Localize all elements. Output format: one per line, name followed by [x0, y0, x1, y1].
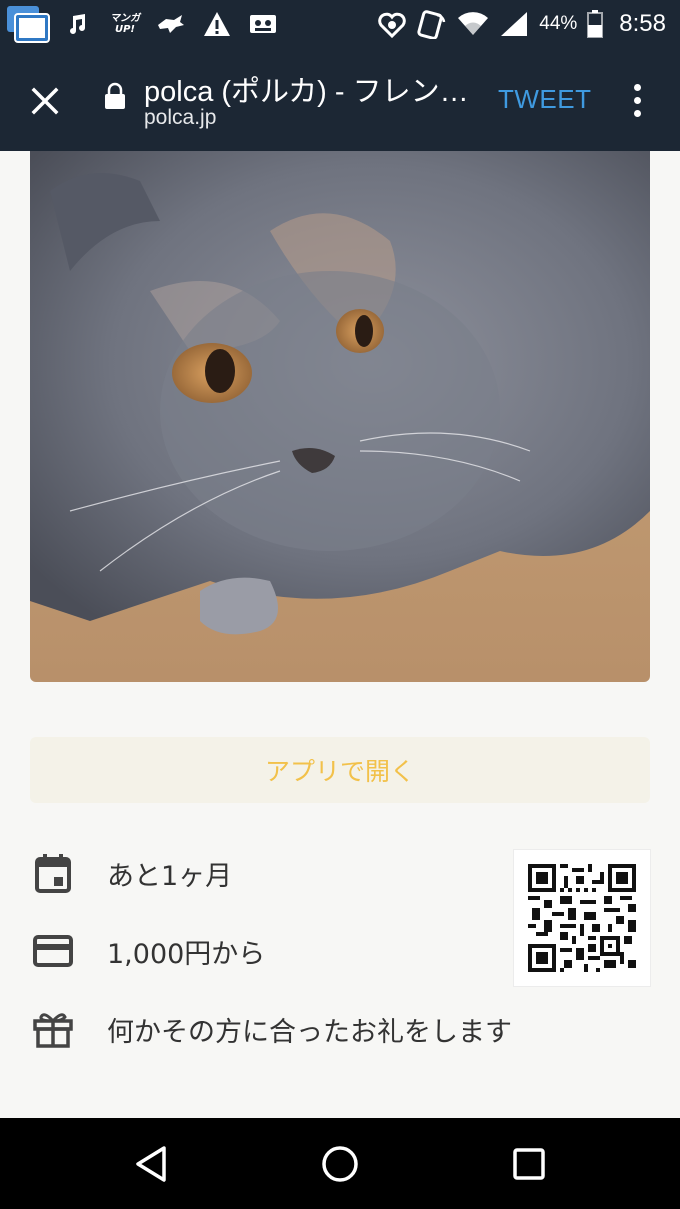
info-reward: 何かその方に合ったお礼をします	[30, 1004, 512, 1054]
qr-code	[513, 849, 651, 987]
manga-up-icon: マンガ UP!	[102, 0, 148, 48]
calendar-icon	[30, 850, 76, 896]
back-button[interactable]	[127, 1140, 175, 1188]
warning-icon	[194, 0, 240, 48]
page-url: polca.jp	[144, 106, 217, 129]
open-in-app-button[interactable]: アプリで開く	[30, 737, 650, 803]
deadline-text: あと1ヶ月	[107, 860, 233, 892]
more-dot-icon	[633, 109, 641, 117]
back-triangle-icon	[136, 1146, 166, 1182]
info-deadline: あと1ヶ月	[30, 848, 500, 898]
page-title: polca (ポルカ) - フレン…	[144, 76, 469, 108]
home-circle-icon	[322, 1146, 358, 1182]
browser-toolbar: polca (ポルカ) - フレン… polca.jp TWEET	[0, 48, 680, 151]
more-dot-icon	[633, 96, 641, 104]
heart-shield-icon	[377, 0, 407, 48]
wifi-icon	[457, 0, 489, 48]
reward-text: 何かその方に合ったお礼をします	[107, 1016, 512, 1048]
battery-icon	[587, 0, 604, 48]
project-photo	[30, 151, 650, 682]
home-button[interactable]	[316, 1140, 364, 1188]
card-icon	[30, 928, 76, 974]
manga-app-text-2: UP!	[114, 24, 135, 35]
lock-icon	[104, 82, 126, 114]
nfc-icon	[417, 0, 447, 48]
more-dot-icon	[633, 83, 641, 91]
cassette-icon	[240, 0, 286, 48]
close-button[interactable]	[22, 78, 68, 124]
price-text: 1,000円から	[107, 938, 266, 970]
page-content: アプリで開く あと1ヶ月 1,000円から 何かその方に合ったお礼をします	[0, 151, 680, 1118]
signal-icon	[499, 0, 529, 48]
gift-icon	[30, 1006, 76, 1052]
info-price: 1,000円から	[30, 926, 500, 976]
close-icon	[31, 87, 59, 115]
multi-window-icon	[0, 0, 56, 48]
recents-button[interactable]	[505, 1140, 553, 1188]
recents-square-icon	[513, 1148, 545, 1180]
music-note-icon	[56, 0, 102, 48]
manga-app-text-1: マンガ	[110, 13, 140, 24]
more-options-button[interactable]	[622, 78, 652, 122]
bird-icon	[148, 0, 194, 48]
status-bar: マンガ UP! 44% 8:58	[0, 0, 680, 48]
tweet-button[interactable]: TWEET	[498, 84, 592, 115]
qr-code-image	[528, 864, 636, 972]
battery-percent: 44%	[539, 13, 578, 34]
system-nav-bar	[0, 1118, 680, 1209]
status-clock: 8:58	[619, 10, 666, 37]
